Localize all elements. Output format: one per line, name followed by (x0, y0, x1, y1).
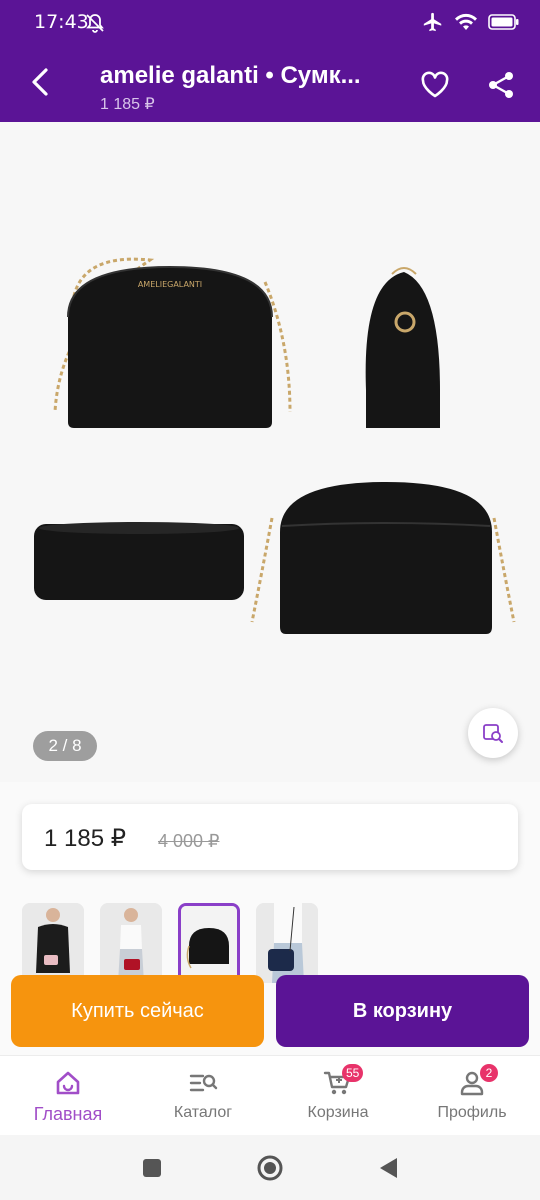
triangle-back-icon (380, 1158, 397, 1178)
add-to-cart-button[interactable]: В корзину (276, 975, 529, 1047)
nav-label-catalog: Каталог (173, 1104, 233, 1121)
back-system-button[interactable] (373, 1153, 403, 1183)
favorite-button[interactable] (416, 66, 454, 104)
image-page-indicator: 2 / 8 (33, 731, 97, 761)
variant-thumbnail[interactable] (22, 903, 84, 983)
bottom-navigation: Главная Каталог 55 Корзина 2 Профиль (0, 1055, 540, 1135)
bag-front-view: AMELIEGALANTI (53, 257, 292, 428)
muted-bell-icon (84, 12, 106, 34)
image-search-icon (483, 724, 503, 743)
current-price: 1 185 ₽ (44, 825, 126, 852)
nav-item-profile[interactable]: 2 Профиль (412, 1064, 532, 1122)
back-button[interactable] (22, 62, 58, 102)
app-header: amelie galanti • Сумк... 1 185 ₽ (0, 46, 540, 122)
nav-item-catalog[interactable]: Каталог (143, 1068, 263, 1122)
color-variant-thumbnails (22, 903, 318, 983)
cart-badge: 55 (342, 1064, 364, 1082)
battery-icon (488, 13, 520, 36)
circle-icon (257, 1155, 283, 1181)
home-system-button[interactable] (255, 1153, 285, 1183)
bag-side-view (365, 267, 440, 428)
status-bar: 17:43 (0, 0, 540, 46)
visual-search-button[interactable] (468, 708, 518, 758)
nav-label-cart: Корзина (307, 1104, 369, 1121)
share-button[interactable] (482, 66, 520, 104)
home-icon (56, 1071, 80, 1095)
airplane-icon (422, 11, 444, 38)
system-navigation-bar (0, 1135, 540, 1200)
bag-back-view (250, 482, 516, 634)
nav-item-cart[interactable]: 55 Корзина (278, 1064, 398, 1122)
recents-button[interactable] (137, 1153, 167, 1183)
square-icon (143, 1159, 161, 1177)
variant-thumbnail-selected[interactable] (178, 903, 240, 983)
price-card: 1 185 ₽ 4 000 ₽ (22, 804, 518, 870)
nav-label-home: Главная (33, 1104, 103, 1124)
wifi-icon (454, 12, 478, 37)
variant-thumbnail[interactable] (256, 903, 318, 983)
product-image-gallery[interactable]: AMELIEGALANTI (0, 122, 540, 782)
svg-text:AMELIEGALANTI: AMELIEGALANTI (138, 280, 202, 289)
header-price: 1 185 ₽ (100, 96, 155, 113)
heart-icon (421, 71, 449, 98)
nav-item-home[interactable]: Главная (8, 1068, 128, 1125)
nav-label-profile: Профиль (437, 1104, 507, 1121)
product-title: amelie galanti • Сумк... (100, 62, 361, 89)
catalog-icon (189, 1074, 218, 1092)
bag-bottom-view (34, 522, 244, 600)
buy-now-button[interactable]: Купить сейчас (11, 975, 264, 1047)
back-arrow-icon (32, 68, 48, 96)
share-icon (489, 72, 513, 98)
old-price: 4 000 ₽ (158, 831, 220, 851)
status-time: 17:43 (34, 11, 89, 33)
profile-badge: 2 (480, 1064, 498, 1082)
variant-thumbnail[interactable] (100, 903, 162, 983)
product-image: AMELIEGALANTI (34, 257, 516, 634)
